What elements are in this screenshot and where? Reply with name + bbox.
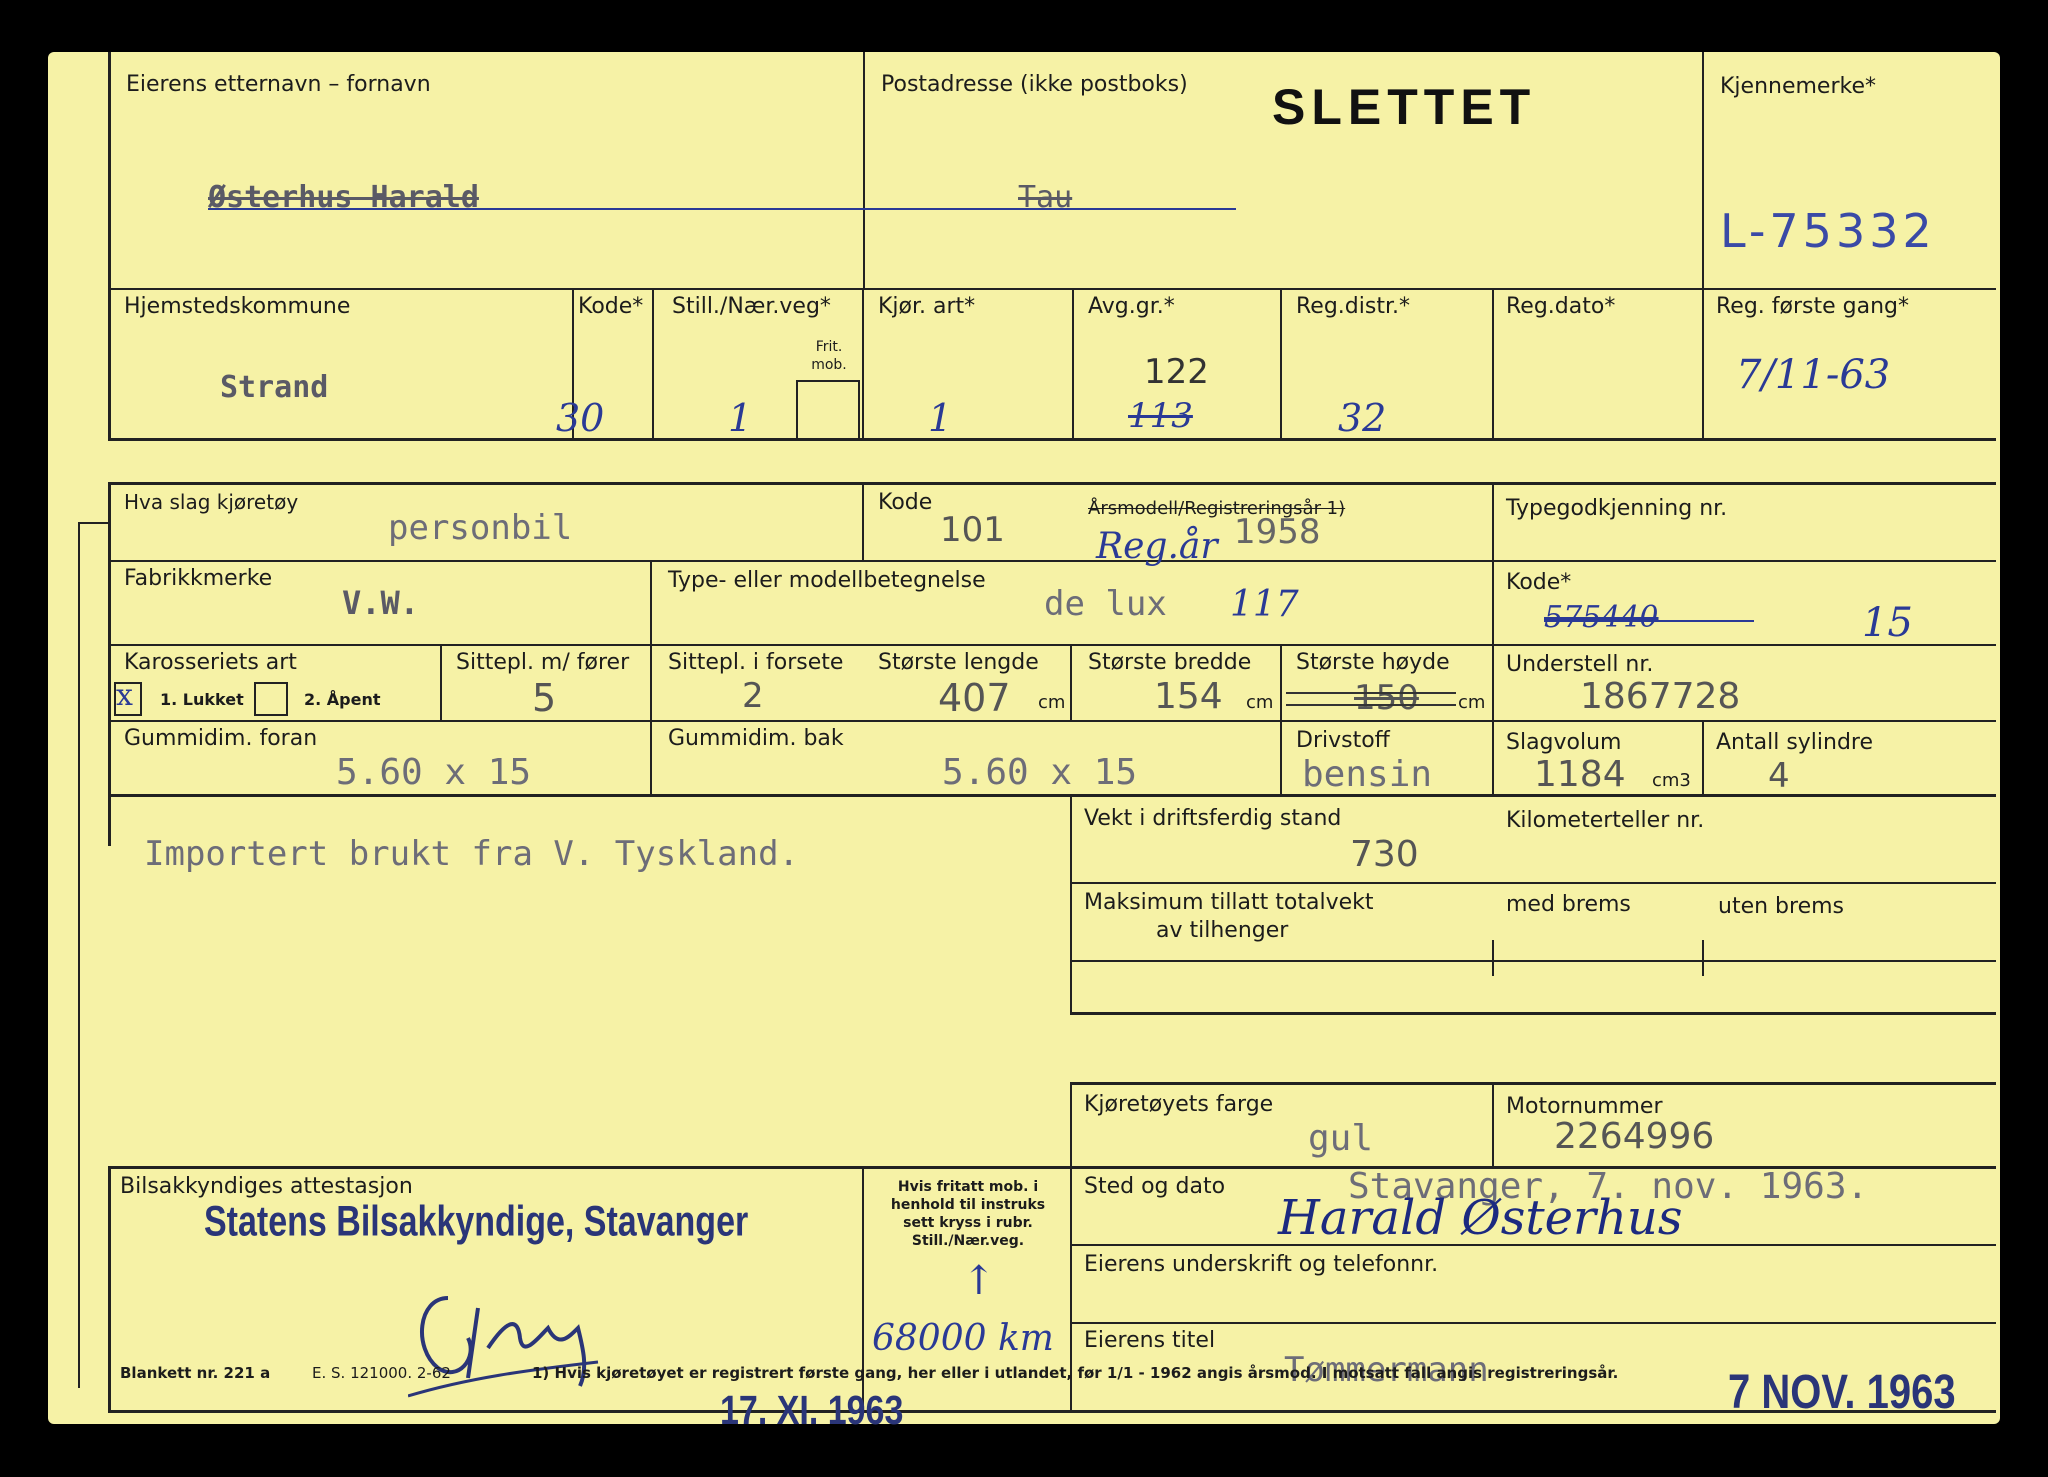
plate-value: L-75332: [1720, 204, 1936, 258]
regdato-label: Reg.dato*: [1506, 294, 1616, 319]
frit-note: Hvis fritatt mob. i henhold til instruks…: [890, 1179, 1046, 1249]
tire-rear-value: 5.60 x 15: [942, 752, 1138, 793]
place-label: Sted og dato: [1084, 1174, 1226, 1199]
code-value: 30: [556, 396, 605, 440]
weight-value: 730: [1350, 834, 1419, 875]
km-note: 68000 km: [872, 1318, 1054, 1359]
volume-value: 1184: [1534, 754, 1626, 795]
make-value: V.W.: [342, 584, 420, 622]
attest-stamp: Statens Bilsakkyndige, Stavanger: [204, 1198, 749, 1246]
tire-front-value: 5.60 x 15: [336, 752, 532, 793]
printer-note: E. S. 121000. 2-62: [312, 1364, 451, 1382]
with-brake-label: med brems: [1506, 892, 1631, 917]
tire-front-label: Gummidim. foran: [124, 726, 318, 751]
still-label: Still./Nær.veg*: [672, 294, 831, 319]
date-stamp-right: 7 NOV. 1963: [1728, 1366, 1956, 1419]
trailer-label: Maksimum tillatt totalvekt: [1084, 890, 1374, 915]
cyl-value: 4: [1768, 756, 1790, 796]
length-unit: cm: [1038, 692, 1066, 713]
address-value: Tau: [1018, 180, 1073, 215]
footnote: 1) Hvis kjøretøyet er registrert første …: [532, 1364, 1619, 1382]
width-unit: cm: [1246, 692, 1274, 713]
color-label: Kjøretøyets farge: [1084, 1092, 1274, 1117]
color-value: gul: [1308, 1118, 1374, 1159]
volume-unit: cm3: [1652, 770, 1691, 791]
year-note: Reg.år: [1096, 526, 1218, 567]
registration-card: Eierens etternavn – fornavn Østerhus Har…: [48, 52, 2000, 1434]
model-value: de lux: [1044, 584, 1167, 624]
height-unit: cm: [1458, 692, 1486, 713]
municipality-label: Hjemstedskommune: [124, 294, 351, 319]
year-value: 1958: [1234, 512, 1321, 552]
date-stamp-left: 17. XI. 1963: [720, 1388, 904, 1434]
kind-label: Hva slag kjøretøy: [124, 490, 299, 514]
avg-old-value: 113: [1128, 396, 1193, 436]
import-note: Importert brukt fra V. Tyskland.: [144, 834, 800, 874]
width-label: Største bredde: [1088, 650, 1252, 675]
sign-label: Eierens underskrift og telefonnr.: [1084, 1252, 1439, 1277]
model-hand: 117: [1230, 584, 1299, 625]
body-mark: x: [116, 678, 133, 713]
kode2-old: 575440: [1544, 600, 1659, 635]
form-number: Blankett nr. 221 a: [120, 1364, 271, 1382]
body-opt1: 1. Lukket: [160, 690, 244, 709]
weight-label: Vekt i driftsferdig stand: [1084, 806, 1342, 831]
height-label: Største høyde: [1296, 650, 1450, 675]
avg-label: Avg.gr.*: [1088, 294, 1175, 319]
chassis-value: 1867728: [1580, 676, 1741, 717]
volume-label: Slagvolum: [1506, 730, 1622, 755]
kode-value: 101: [940, 510, 1005, 550]
regdistr-label: Reg.distr.*: [1296, 294, 1410, 319]
front-seats-value: 2: [742, 676, 764, 716]
body-label: Karosseriets art: [124, 650, 297, 675]
width-value: 154: [1154, 676, 1223, 717]
body-opt2: 2. Åpent: [304, 690, 381, 709]
cyl-label: Antall sylindre: [1716, 730, 1874, 755]
typegod-label: Typegodkjenning nr.: [1506, 496, 1728, 521]
first-reg-label: Reg. første gang*: [1716, 294, 1910, 319]
frit-label: Frit. mob.: [811, 339, 847, 373]
regdistr-value: 32: [1338, 396, 1387, 440]
owner-label: Eierens etternavn – fornavn: [126, 72, 431, 97]
fuel-value: bensin: [1302, 754, 1433, 795]
owner-signature: Harald Østerhus: [1278, 1190, 1683, 1246]
still-value: 1: [728, 396, 753, 440]
avg-value: 122: [1144, 352, 1209, 392]
arrow-up-icon: ↑: [962, 1258, 996, 1304]
seats-value: 5: [532, 676, 557, 720]
kode2-value: 15: [1862, 600, 1913, 646]
status-stamp: SLETTET: [1272, 79, 1537, 135]
front-seats-label: Sittepl. i forsete: [668, 650, 844, 675]
height-value: 150: [1354, 678, 1419, 718]
kjor-label: Kjør. art*: [878, 294, 976, 319]
first-reg-value: 7/11-63: [1736, 352, 1891, 398]
fuel-label: Drivstoff: [1296, 728, 1390, 753]
code-label: Kode*: [578, 294, 644, 319]
trailer-label2: av tilhenger: [1156, 918, 1289, 943]
seats-label: Sittepl. m/ fører: [456, 650, 630, 675]
kjor-value: 1: [928, 396, 953, 440]
tire-rear-label: Gummidim. bak: [668, 726, 844, 751]
municipality-value: Strand: [220, 370, 329, 405]
title-label: Eierens titel: [1084, 1328, 1216, 1353]
body-open-checkbox: [254, 682, 288, 716]
length-value: 407: [938, 676, 1011, 720]
model-label: Type- eller modellbetegnelse: [668, 568, 986, 593]
kode-label: Kode: [878, 490, 933, 515]
frit-mob-box: [796, 380, 860, 438]
kode2-label: Kode*: [1506, 570, 1572, 595]
engine-value: 2264996: [1554, 1116, 1715, 1157]
without-brake-label: uten brems: [1718, 894, 1844, 919]
address-label: Postadresse (ikke postboks): [881, 72, 1188, 97]
make-label: Fabrikkmerke: [124, 566, 273, 591]
attest-label: Bilsakkyndiges attestasjon: [120, 1174, 413, 1199]
plate-label: Kjennemerke*: [1720, 74, 1876, 99]
odo-label: Kilometerteller nr.: [1506, 808, 1705, 833]
length-label: Største lengde: [878, 650, 1039, 675]
kind-value: personbil: [388, 508, 573, 548]
chassis-label: Understell nr.: [1506, 652, 1654, 677]
